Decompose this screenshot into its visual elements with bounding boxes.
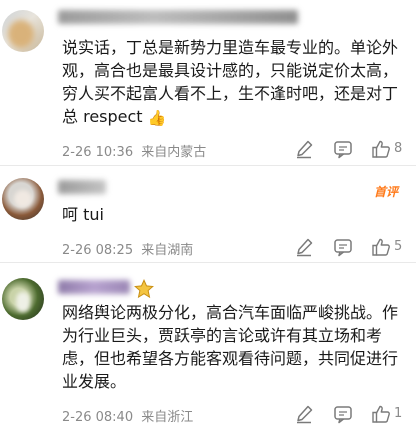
avatar[interactable]	[2, 278, 44, 320]
comment-item: 网络舆论两极分化，高合汽车面临严峻挑战。作为行业巨头，贾跃亭的言论或许有其立场和…	[0, 0, 416, 431]
comment-meta: 2-26 08:40 来自浙江	[62, 406, 193, 425]
like-count: 1	[394, 406, 403, 421]
comment-text: 网络舆论两极分化，高合汽车面临严峻挑战。作为行业巨头，贾跃亭的言论或许有其立场和…	[62, 303, 399, 391]
reply-icon[interactable]	[333, 404, 353, 424]
comment-time: 2-26 08:40	[62, 410, 134, 425]
share-icon[interactable]	[294, 404, 314, 424]
username-blurred[interactable]	[58, 280, 130, 294]
comment-location: 来自浙江	[141, 410, 194, 425]
like-icon[interactable]	[371, 404, 391, 424]
fan-badge-icon	[134, 279, 154, 299]
